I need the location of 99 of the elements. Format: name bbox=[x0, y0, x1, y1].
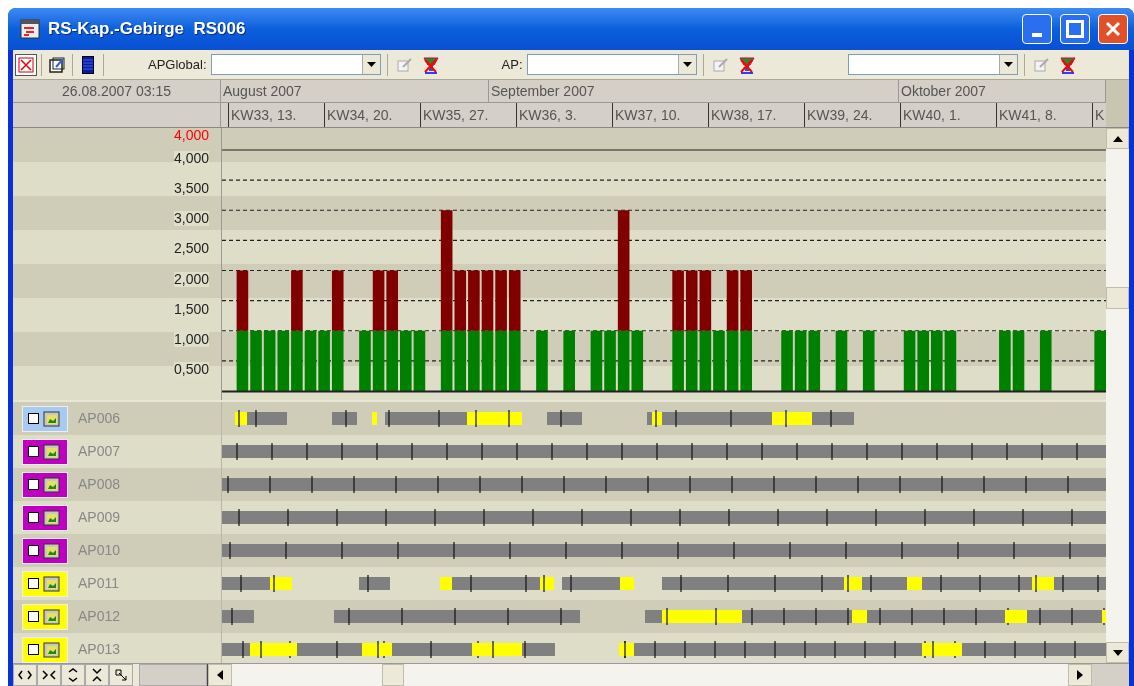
week-cell: KW35, 27. bbox=[421, 103, 517, 127]
collapse-vertical-button[interactable] bbox=[85, 664, 109, 686]
checkbox[interactable] bbox=[28, 578, 39, 589]
folder-picture-icon bbox=[43, 608, 60, 625]
checkbox[interactable] bbox=[28, 446, 39, 457]
dropdown-field[interactable] bbox=[526, 54, 697, 75]
folder-picture-icon bbox=[43, 509, 60, 526]
checkbox[interactable] bbox=[28, 545, 39, 556]
left-arrow-icon bbox=[217, 670, 223, 680]
list-icon bbox=[82, 55, 94, 74]
week-cell: KW33, 13. bbox=[229, 103, 325, 127]
dropdown-arrow-icon bbox=[682, 62, 692, 67]
pencil-icon bbox=[712, 56, 729, 73]
axis-tick-label: 2,500 bbox=[173, 241, 209, 257]
dropdown-field[interactable] bbox=[847, 54, 1018, 75]
horizontal-scrollbar[interactable] bbox=[207, 664, 1092, 686]
checkbox[interactable] bbox=[28, 413, 39, 424]
folder-picture-icon bbox=[43, 476, 60, 493]
header-corner bbox=[1106, 80, 1129, 127]
checkbox[interactable] bbox=[28, 611, 39, 622]
combo-label: AP: bbox=[501, 55, 523, 74]
dropdown-arrow-icon bbox=[366, 62, 376, 67]
folder-picture-icon bbox=[43, 542, 60, 559]
collapse-button[interactable] bbox=[37, 664, 61, 686]
resize-icon bbox=[115, 669, 127, 681]
week-cell: KW40, 1. bbox=[901, 103, 997, 127]
dropdown-arrow-icon bbox=[1003, 62, 1013, 67]
up-arrow-icon bbox=[1112, 135, 1123, 142]
max-capacity-label: 4,000 bbox=[173, 128, 209, 143]
axis-tick-label: 2,000 bbox=[173, 271, 209, 287]
axis-tick-label: 4,000 bbox=[173, 151, 209, 166]
fit-button[interactable] bbox=[109, 664, 133, 686]
right-arrow-icon bbox=[1077, 670, 1083, 680]
scroll-left-button[interactable] bbox=[208, 664, 232, 686]
app-icon bbox=[20, 19, 40, 39]
checkbox[interactable] bbox=[28, 644, 39, 655]
folder-picture-icon bbox=[43, 410, 60, 427]
status-panel bbox=[139, 664, 207, 686]
vertical-arrows-out-icon bbox=[68, 668, 78, 682]
row-label: AP011 bbox=[78, 574, 119, 593]
edit-window-icon bbox=[48, 55, 66, 74]
month-cell: August 2007 bbox=[221, 80, 489, 102]
folder-picture-icon bbox=[43, 575, 60, 592]
row-label: AP012 bbox=[78, 607, 121, 626]
week-cell: KW38, 17. bbox=[709, 103, 805, 127]
scrollbar-corner bbox=[1092, 664, 1129, 686]
scroll-thumb[interactable] bbox=[1106, 287, 1129, 309]
axis-tick-label: 1,500 bbox=[173, 301, 209, 317]
maximize-button[interactable] bbox=[1060, 14, 1090, 44]
pencil-icon bbox=[396, 56, 413, 73]
scroll-down-button[interactable] bbox=[1106, 642, 1129, 663]
dropdown-field[interactable] bbox=[210, 54, 381, 75]
scroll-right-button[interactable] bbox=[1068, 664, 1092, 686]
crossed-box-icon bbox=[18, 56, 34, 73]
expand-vertical-button[interactable] bbox=[61, 664, 85, 686]
month-cell: Oktober 2007 bbox=[899, 80, 1106, 102]
month-cell: September 2007 bbox=[489, 80, 899, 102]
row-label: AP007 bbox=[78, 442, 121, 461]
delete-button[interactable] bbox=[15, 53, 37, 76]
window-title: RS-Kap.-Gebirge RS006 bbox=[48, 18, 246, 41]
row-label: AP008 bbox=[78, 475, 121, 494]
expand-button[interactable] bbox=[13, 664, 37, 686]
axis-label: 0,500 bbox=[173, 361, 209, 377]
close-icon bbox=[1104, 20, 1122, 38]
minimize-icon bbox=[1032, 33, 1042, 37]
row-label: AP013 bbox=[78, 640, 121, 659]
checkbox[interactable] bbox=[28, 479, 39, 490]
filter-remove-icon bbox=[737, 55, 756, 74]
filter-remove-icon bbox=[1058, 55, 1077, 74]
pencil-icon bbox=[1033, 56, 1050, 73]
axis-tick-label: 3,000 bbox=[173, 211, 209, 227]
folder-picture-icon bbox=[43, 443, 60, 460]
filter-remove-icon bbox=[421, 55, 440, 74]
arrows-in-icon bbox=[42, 670, 56, 680]
arrows-out-icon bbox=[18, 670, 32, 680]
checkbox[interactable] bbox=[28, 512, 39, 523]
scroll-up-button[interactable] bbox=[1106, 128, 1129, 149]
row-label: AP009 bbox=[78, 508, 121, 527]
row-label: AP006 bbox=[78, 409, 121, 428]
folder-picture-icon bbox=[43, 641, 60, 658]
week-cell: KW36, 3. bbox=[517, 103, 613, 127]
axis-tick-label: 3,500 bbox=[173, 181, 209, 197]
week-cell: KW41, 8. bbox=[997, 103, 1093, 127]
week-cell bbox=[221, 103, 229, 127]
combo-label: APGlobal: bbox=[148, 55, 207, 74]
week-cell: KW34, 20. bbox=[325, 103, 421, 127]
close-button[interactable] bbox=[1098, 14, 1128, 44]
row-label: AP010 bbox=[78, 541, 121, 560]
date-time-cell: 26.08.2007 03:15 bbox=[13, 80, 221, 103]
axis-tick-label: 1,000 bbox=[173, 331, 209, 347]
vertical-scrollbar[interactable] bbox=[1106, 128, 1129, 663]
week-cell: KW39, 24. bbox=[805, 103, 901, 127]
scroll-thumb[interactable] bbox=[382, 664, 404, 686]
week-cell: KW37, 10. bbox=[613, 103, 709, 127]
week-cell: K bbox=[1093, 103, 1106, 127]
down-arrow-icon bbox=[1112, 649, 1123, 656]
maximize-icon bbox=[1066, 20, 1084, 38]
vertical-arrows-in-icon bbox=[92, 668, 102, 682]
minimize-button[interactable] bbox=[1022, 14, 1052, 44]
